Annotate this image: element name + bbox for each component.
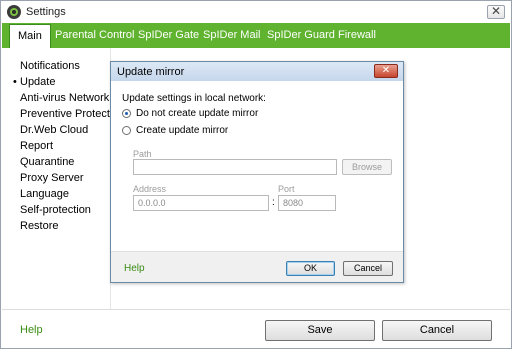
tab-parental-control[interactable]: Parental Control bbox=[47, 23, 143, 48]
tab-main[interactable]: Main bbox=[9, 24, 51, 48]
dialog-footer: Help OK Cancel bbox=[111, 251, 403, 282]
path-input[interactable] bbox=[133, 159, 337, 175]
network-settings-heading: Update settings in local network: bbox=[122, 93, 266, 104]
window-footer: Help Save Cancel bbox=[2, 309, 510, 347]
sidebar-item-drweb-cloud[interactable]: Dr.Web Cloud bbox=[20, 124, 88, 136]
sidebar-item-self-protection[interactable]: Self-protection bbox=[20, 204, 91, 216]
dialog-close-button[interactable]: ✕ bbox=[374, 64, 398, 78]
title-bar: Settings ✕ bbox=[1, 1, 511, 23]
sidebar-item-report[interactable]: Report bbox=[20, 140, 53, 152]
create-mirror-radio[interactable] bbox=[122, 126, 131, 135]
sidebar-item-proxy-server[interactable]: Proxy Server bbox=[20, 172, 84, 184]
tab-firewall[interactable]: Firewall bbox=[330, 23, 384, 48]
sidebar-item-update[interactable]: Update bbox=[20, 76, 55, 88]
sidebar-item-language[interactable]: Language bbox=[20, 188, 69, 200]
address-label: Address bbox=[133, 184, 167, 194]
dialog-cancel-button[interactable]: Cancel bbox=[343, 261, 393, 276]
sidebar-item-notifications[interactable]: Notifications bbox=[20, 60, 80, 72]
update-mirror-dialog: Update mirror ✕ Update settings in local… bbox=[110, 61, 404, 283]
dialog-title: Update mirror bbox=[117, 66, 185, 78]
sidebar-item-quarantine[interactable]: Quarantine bbox=[20, 156, 74, 168]
tab-bar: Main Parental Control SpIDer Gate SpIDer… bbox=[2, 23, 510, 48]
ok-button[interactable]: OK bbox=[286, 261, 335, 276]
dialog-body: Update settings in local network: Do not… bbox=[111, 81, 403, 251]
port-label: Port bbox=[278, 184, 295, 194]
no-mirror-label[interactable]: Do not create update mirror bbox=[136, 108, 258, 119]
path-label: Path bbox=[133, 149, 152, 159]
address-port-separator: : bbox=[272, 197, 275, 208]
browse-button[interactable]: Browse bbox=[342, 159, 392, 175]
save-button[interactable]: Save bbox=[265, 320, 375, 341]
address-input[interactable]: 0.0.0.0 bbox=[133, 195, 269, 211]
sidebar: Notifications • Update Anti-virus Networ… bbox=[2, 48, 125, 309]
dialog-help-link[interactable]: Help bbox=[124, 263, 145, 274]
sidebar-item-anti-virus-network[interactable]: Anti-virus Network bbox=[20, 92, 109, 104]
tab-spider-mail[interactable]: SpIDer Mail bbox=[195, 23, 268, 48]
no-mirror-radio[interactable] bbox=[122, 109, 131, 118]
window-title: Settings bbox=[26, 6, 66, 18]
help-link[interactable]: Help bbox=[20, 324, 43, 336]
sidebar-item-preventive-protection[interactable]: Preventive Protection bbox=[20, 108, 125, 120]
port-input[interactable]: 8080 bbox=[278, 195, 336, 211]
window-close-button[interactable]: ✕ bbox=[487, 5, 505, 19]
sidebar-item-restore[interactable]: Restore bbox=[20, 220, 59, 232]
create-mirror-label[interactable]: Create update mirror bbox=[136, 125, 228, 136]
cancel-button[interactable]: Cancel bbox=[382, 320, 492, 341]
dialog-title-bar: Update mirror ✕ bbox=[111, 62, 403, 81]
sidebar-active-bullet: • bbox=[13, 76, 17, 88]
drweb-spider-icon bbox=[7, 5, 21, 19]
